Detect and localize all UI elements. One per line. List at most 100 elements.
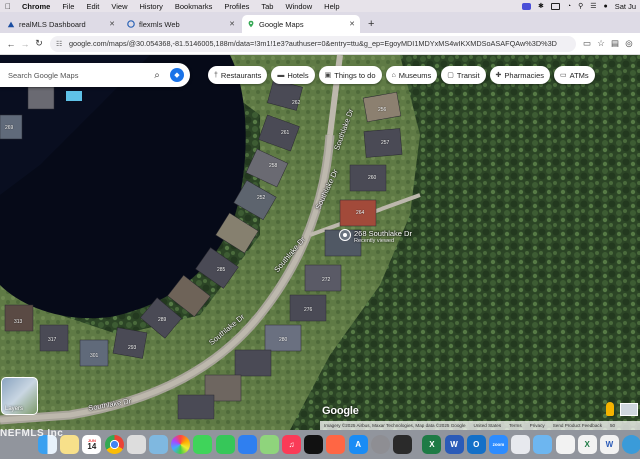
menu-file[interactable]: File xyxy=(56,2,80,11)
chrome-icon[interactable] xyxy=(104,435,124,454)
directions-icon[interactable]: ◆ xyxy=(170,68,184,82)
attribution-country[interactable]: United States xyxy=(474,423,502,428)
app-icon[interactable] xyxy=(511,435,531,454)
chip-transit[interactable]: ▢ Transit xyxy=(441,66,486,84)
map-search-box[interactable]: Search Google Maps ⌕ ◆ xyxy=(0,63,190,87)
tab-realmls[interactable]: realMLS Dashboard ✕ xyxy=(2,15,120,33)
close-icon[interactable]: ✕ xyxy=(229,20,235,28)
menu-edit[interactable]: Edit xyxy=(80,2,105,11)
sidebar-icon[interactable]: ▤ xyxy=(608,38,622,49)
chip-label: Museums xyxy=(398,70,432,80)
pegman-icon[interactable] xyxy=(606,402,614,416)
back-icon[interactable]: ← xyxy=(4,39,18,49)
street-view-thumbnail[interactable] xyxy=(620,403,638,416)
document-icon[interactable] xyxy=(555,435,575,454)
tab-flexmls[interactable]: flexmls Web ✕ xyxy=(122,15,240,33)
bluetooth-icon[interactable]: ✱ xyxy=(538,2,544,10)
chip-atms[interactable]: ▭ ATMs xyxy=(554,66,595,84)
search-icon[interactable]: ⌕ xyxy=(148,70,166,81)
menu-app-chrome[interactable]: Chrome xyxy=(16,2,56,11)
menu-view[interactable]: View xyxy=(105,2,133,11)
category-chips: † Restaurants ▬ Hotels ▣ Things to do ⌂ Muse… xyxy=(208,66,595,84)
close-icon[interactable]: ✕ xyxy=(109,20,115,28)
atm-icon: ▭ xyxy=(560,72,567,79)
iphone-mirroring-icon[interactable] xyxy=(393,435,412,454)
outlook-icon[interactable]: O xyxy=(466,435,486,454)
attribution-imagery: Imagery ©2025 Airbus, Maxar Technologies… xyxy=(324,423,466,428)
calendar-icon[interactable]: JUN 14 xyxy=(82,435,102,454)
zoom-icon[interactable]: zoom xyxy=(488,435,508,454)
museum-icon: ⌂ xyxy=(391,71,396,79)
reload-icon[interactable]: ↻ xyxy=(32,38,46,49)
messages-icon[interactable] xyxy=(193,435,213,454)
word-icon[interactable]: W xyxy=(444,435,464,454)
feedback-link[interactable]: Send Product Feedback xyxy=(553,423,602,428)
bed-icon: ▬ xyxy=(277,71,285,79)
tab-title: flexmls Web xyxy=(139,19,180,29)
apple-menu-icon[interactable]:  xyxy=(0,2,16,11)
menubar-clock[interactable]: Sat Ju xyxy=(615,2,636,11)
preview-icon[interactable] xyxy=(148,435,168,454)
facetime-icon[interactable] xyxy=(215,435,235,454)
excel-file-icon[interactable]: X xyxy=(577,435,597,454)
menu-window[interactable]: Window xyxy=(279,2,318,11)
word-file-icon[interactable]: W xyxy=(599,435,619,454)
flexmls-favicon-icon xyxy=(127,20,135,28)
address-bar[interactable]: ☷ google.com/maps/@30.054368,-81.5146005… xyxy=(50,35,576,52)
bookmark-star-icon[interactable]: ☆ xyxy=(594,38,608,49)
chip-label: Hotels xyxy=(287,70,309,80)
status-app-icon[interactable] xyxy=(521,2,531,10)
system-settings-icon[interactable] xyxy=(370,435,390,454)
wifi-icon[interactable]: ◔ xyxy=(567,3,571,10)
dock: JUN 14 ♫ A X W O zoom X W xyxy=(0,430,640,459)
fork-knife-icon: † xyxy=(214,71,218,79)
site-info-icon[interactable]: ☷ xyxy=(56,40,65,48)
maps-icon[interactable] xyxy=(259,435,279,454)
chip-hotels[interactable]: ▬ Hotels xyxy=(271,66,315,84)
music-icon[interactable]: ♫ xyxy=(282,435,302,454)
photos-icon[interactable] xyxy=(171,435,191,454)
cast-icon[interactable]: ▭ xyxy=(580,38,594,49)
profile-icon[interactable]: ◎ xyxy=(622,38,636,49)
train-icon: ▢ xyxy=(447,72,454,79)
close-icon[interactable]: ✕ xyxy=(349,20,355,28)
app-store-icon[interactable]: A xyxy=(348,435,368,454)
menu-history[interactable]: History xyxy=(134,2,169,11)
tab-google-maps[interactable]: Google Maps ✕ xyxy=(242,15,360,33)
chip-label: Pharmacies xyxy=(504,70,545,80)
layers-button[interactable]: Layers xyxy=(1,377,38,415)
app-icon[interactable] xyxy=(126,435,146,454)
chip-things-to-do[interactable]: ▣ Things to do xyxy=(318,66,382,84)
scale-label[interactable]: 50 xyxy=(610,423,615,428)
menu-tab[interactable]: Tab xyxy=(255,2,279,11)
privacy-link[interactable]: Privacy xyxy=(530,423,545,428)
menu-profiles[interactable]: Profiles xyxy=(218,2,255,11)
forward-icon[interactable]: → xyxy=(18,39,32,49)
user-icon[interactable]: ● xyxy=(604,3,608,10)
house-number: 252 xyxy=(257,195,266,201)
downloads-icon[interactable] xyxy=(622,435,640,454)
house-number: 264 xyxy=(356,210,365,216)
search-menubar-icon[interactable]: ⚲ xyxy=(578,2,583,10)
new-tab-button[interactable]: + xyxy=(362,15,380,33)
pin-label[interactable]: 268 Southlake Dr xyxy=(354,229,412,238)
terms-link[interactable]: Terms xyxy=(509,423,522,428)
keynote-icon[interactable] xyxy=(237,435,257,454)
excel-icon[interactable]: X xyxy=(422,435,442,454)
chip-label: Restaurants xyxy=(220,70,262,80)
menu-bookmarks[interactable]: Bookmarks xyxy=(169,2,219,11)
chip-museums[interactable]: ⌂ Museums xyxy=(385,66,438,84)
location-pin-icon[interactable] xyxy=(339,229,351,241)
battery-icon[interactable] xyxy=(550,2,560,10)
news-icon[interactable] xyxy=(326,435,346,454)
chip-restaurants[interactable]: † Restaurants xyxy=(208,66,268,84)
menu-help[interactable]: Help xyxy=(318,2,345,11)
folder-icon[interactable] xyxy=(533,435,553,454)
pharmacy-icon: ✚ xyxy=(495,72,502,79)
tv-icon[interactable] xyxy=(304,435,324,454)
control-center-icon[interactable]: ☰ xyxy=(590,2,596,10)
search-input[interactable]: Search Google Maps xyxy=(8,71,148,80)
realmls-favicon-icon xyxy=(7,21,15,28)
satellite-map[interactable]: 268 Southlake Dr Recently viewed Southla… xyxy=(0,55,640,430)
chip-pharmacies[interactable]: ✚ Pharmacies xyxy=(489,66,551,84)
